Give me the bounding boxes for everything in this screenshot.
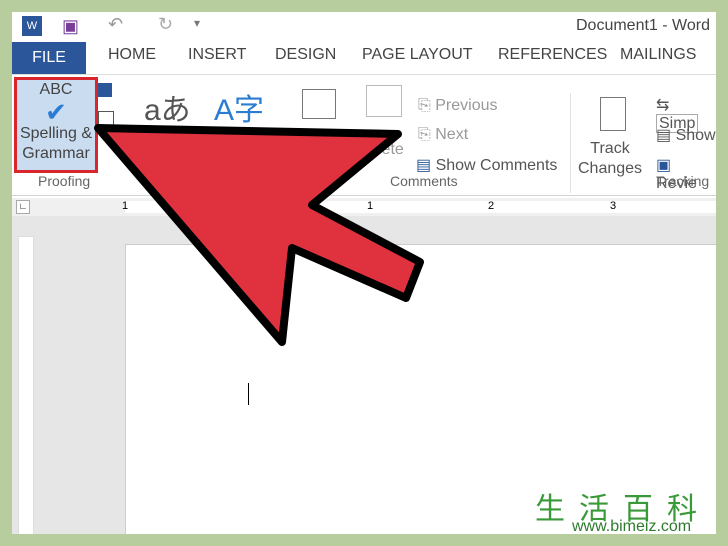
arrow-shape [94,124,424,346]
watermark-url: www.bimeiz.com [572,518,692,535]
red-arrow-icon [94,124,424,346]
